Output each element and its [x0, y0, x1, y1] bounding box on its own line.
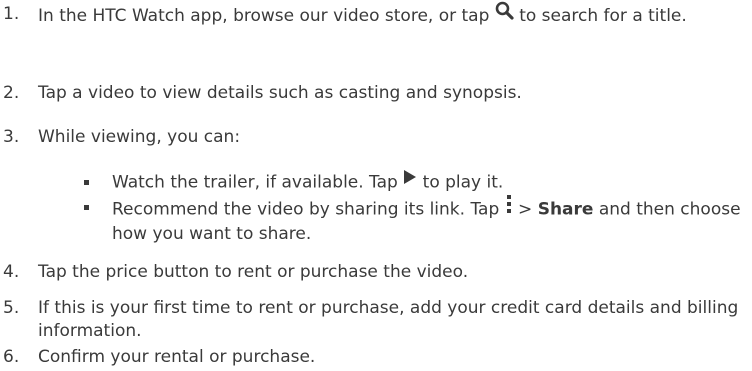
step-number: 3.: [3, 127, 20, 147]
step-text: Tap a video to view details such as cast…: [38, 83, 522, 103]
document-page: { "steps": [ {"num": "1.", "text_before"…: [0, 0, 752, 371]
step-text: Tap the price button to rent or purchase…: [38, 262, 469, 282]
bullet-marker: [84, 180, 89, 185]
play-icon: [403, 169, 417, 192]
bullet-text: Watch the trailer, if available. Tap to …: [112, 169, 742, 195]
step-number: 5.: [3, 298, 20, 318]
step-number: 2.: [3, 83, 20, 103]
menu-icon: [505, 194, 513, 221]
step-number: 6.: [3, 347, 20, 367]
search-icon: [495, 1, 514, 27]
step-text: Confirm your rental or purchase.: [38, 347, 316, 367]
bullet-text: Recommend the video by sharing its link.…: [112, 194, 742, 246]
bullet-marker: [84, 205, 89, 210]
step-text: In the HTC Watch app, browse our video s…: [38, 1, 748, 29]
step-number: 1.: [3, 4, 20, 24]
step-text: If this is your first time to rent or pu…: [38, 298, 739, 341]
step-text: While viewing, you can:: [38, 127, 241, 147]
share-label: Share: [537, 199, 594, 220]
step-number: 4.: [3, 262, 20, 282]
